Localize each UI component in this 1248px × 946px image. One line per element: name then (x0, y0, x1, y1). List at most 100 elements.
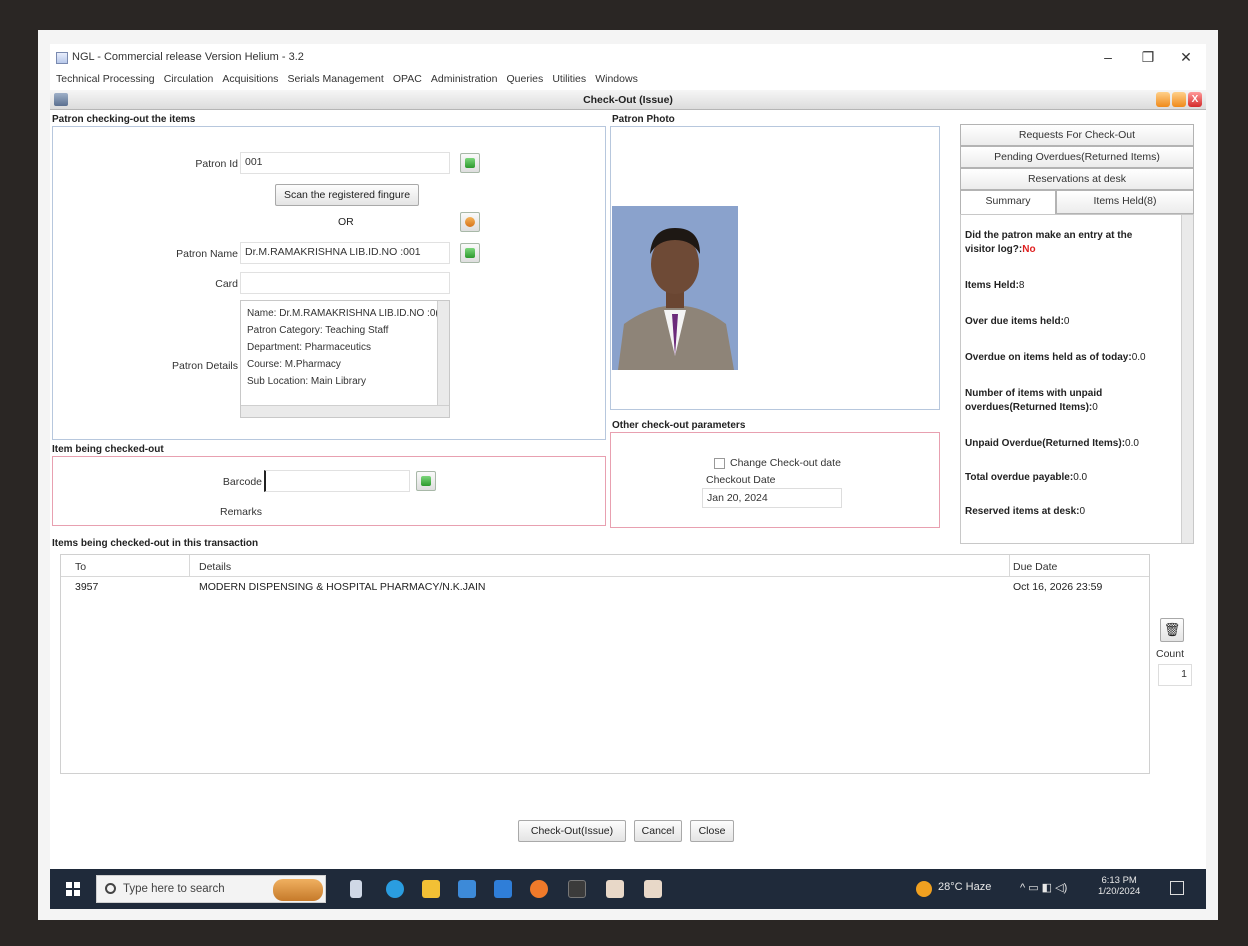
tab-summary[interactable]: Summary (960, 190, 1056, 214)
tray-icons[interactable]: ^ ▭ ◧ ◁) (1020, 881, 1067, 894)
menu-queries[interactable]: Queries (506, 70, 543, 88)
patron-details-list[interactable]: Name: Dr.M.RAMAKRISHNA LIB.ID.NO :0( Pat… (240, 300, 450, 418)
summary-visitor-log: Did the patron make an entry at the visi… (965, 229, 1165, 257)
clock-time: 6:13 PM (1101, 875, 1137, 886)
table-row[interactable]: 3957 MODERN DISPENSING & HOSPITAL PHARMA… (61, 579, 1149, 597)
monitor-frame: NGL - Commercial release Version Helium … (38, 30, 1218, 920)
taskbar-search-input[interactable]: Type here to search (96, 875, 326, 903)
barcode-input[interactable] (264, 470, 410, 492)
barcode-go-button[interactable] (416, 471, 436, 491)
count-value: 1 (1158, 664, 1192, 686)
weather-text[interactable]: 28°C Haze (938, 881, 991, 893)
tab-pending-overdues[interactable]: Pending Overdues(Returned Items) (960, 146, 1194, 168)
remarks-label: Remarks (219, 506, 262, 518)
task-view-icon[interactable] (350, 880, 362, 898)
scan-fingerprint-button[interactable]: Scan the registered fingure (275, 184, 419, 206)
change-date-label: Change Check-out date (730, 457, 841, 469)
patron-id-input[interactable]: 001 (240, 152, 450, 174)
window-title: Check-Out (Issue) (583, 94, 673, 106)
app-title: NGL - Commercial release Version Helium … (72, 51, 304, 63)
patron-name-input[interactable]: Dr.M.RAMAKRISHNA LIB.ID.NO :001 (240, 242, 450, 264)
terminal-icon[interactable] (568, 880, 586, 898)
barcode-label: Barcode (222, 476, 262, 488)
minimize-button[interactable]: – (1090, 46, 1126, 68)
ngl-app-icon[interactable] (606, 880, 624, 898)
patron-id-go-button[interactable] (460, 153, 480, 173)
details-line: Sub Location: Main Library (247, 376, 366, 387)
file-explorer-icon[interactable] (422, 880, 440, 898)
other-params-title: Other check-out parameters (612, 420, 746, 431)
window-maximize-icon[interactable] (1172, 92, 1186, 107)
restore-button[interactable]: ❐ (1130, 46, 1166, 68)
col-due-date[interactable]: Due Date (1013, 561, 1057, 573)
cell-details: MODERN DISPENSING & HOSPITAL PHARMACY/N.… (199, 581, 486, 593)
patron-details-label: Patron Details (172, 360, 238, 372)
checkout-date-label: Checkout Date (706, 474, 776, 486)
overdue-held-value: 0 (1063, 316, 1070, 327)
change-date-checkbox[interactable] (714, 458, 725, 469)
patron-photo-figure-icon (612, 206, 738, 370)
unpaid-count-label: Number of items with unpaid overdues(Ret… (965, 388, 1103, 413)
cell-to: 3957 (75, 581, 99, 593)
notification-icon[interactable] (1170, 881, 1184, 895)
menubar: Technical Processing Circulation Acquisi… (50, 70, 1206, 88)
patron-photo-title: Patron Photo (612, 114, 675, 125)
windows-taskbar: Type here to search 28°C Haze ^ ▭ ◧ ◁) 6… (50, 869, 1206, 909)
tray-clock[interactable]: 6:13 PM 1/20/2024 (1098, 875, 1140, 897)
menu-serials-management[interactable]: Serials Management (287, 70, 383, 88)
col-to[interactable]: To (75, 561, 86, 573)
summary-items-held: Items Held:8 (965, 279, 1165, 293)
checkout-date-input[interactable]: Jan 20, 2024 (702, 488, 842, 508)
search-placeholder: Type here to search (123, 883, 225, 895)
total-payable-value: 0.0 (1073, 472, 1088, 483)
tab-reservations-at-desk[interactable]: Reservations at desk (960, 168, 1194, 190)
overdue-held-label: Over due items held: (965, 316, 1064, 327)
cancel-button[interactable]: Cancel (634, 820, 682, 842)
patron-photo (612, 206, 738, 370)
store-icon[interactable] (458, 880, 476, 898)
patron-search-button[interactable] (460, 212, 480, 232)
col-divider (189, 555, 190, 577)
menu-acquisitions[interactable]: Acquisitions (222, 70, 278, 88)
windows-start-icon[interactable] (66, 882, 80, 896)
app-icon (56, 52, 68, 64)
close-button[interactable]: ✕ (1168, 46, 1204, 68)
firefox-icon[interactable] (530, 880, 548, 898)
visitor-log-value: No (1022, 244, 1036, 255)
summary-reserved: Reserved items at desk:0 (965, 505, 1165, 519)
go-icon (465, 248, 475, 258)
window-close-icon[interactable]: X (1188, 92, 1202, 107)
delete-row-button[interactable]: 🗑 (1160, 618, 1184, 642)
app-titlebar: NGL - Commercial release Version Helium … (50, 44, 1206, 72)
reserved-value: 0 (1079, 506, 1086, 517)
menu-windows[interactable]: Windows (595, 70, 638, 88)
menu-opac[interactable]: OPAC (393, 70, 422, 88)
col-details[interactable]: Details (199, 561, 231, 573)
menu-technical-processing[interactable]: Technical Processing (56, 70, 155, 88)
cell-due-date: Oct 16, 2026 23:59 (1013, 581, 1103, 593)
menu-utilities[interactable]: Utilities (552, 70, 586, 88)
summary-scrollbar[interactable] (1181, 215, 1193, 543)
close-window-button[interactable]: Close (690, 820, 734, 842)
patron-id-label: Patron Id (195, 158, 238, 170)
menu-circulation[interactable]: Circulation (164, 70, 214, 88)
weather-icon[interactable] (916, 881, 932, 897)
window-minimize-icon[interactable] (1156, 92, 1170, 107)
tab-requests-for-checkout[interactable]: Requests For Check-Out (960, 124, 1194, 146)
details-vscrollbar[interactable] (437, 301, 449, 405)
unpaid-overdue-value: 0.0 (1125, 438, 1139, 449)
remarks-input[interactable] (264, 500, 444, 522)
tab-items-held[interactable]: Items Held(8) (1056, 190, 1194, 214)
edge-icon[interactable] (386, 880, 404, 898)
count-label: Count (1156, 648, 1185, 660)
trash-icon: 🗑 (1163, 622, 1181, 637)
ngl-app-icon-2[interactable] (644, 880, 662, 898)
details-hscrollbar[interactable] (241, 405, 449, 417)
screen: NGL - Commercial release Version Helium … (50, 44, 1206, 909)
menu-administration[interactable]: Administration (431, 70, 498, 88)
go-icon (465, 158, 475, 168)
card-input[interactable] (240, 272, 450, 294)
checkout-issue-button[interactable]: Check-Out(Issue) (518, 820, 626, 842)
mail-icon[interactable] (494, 880, 512, 898)
patron-name-go-button[interactable] (460, 243, 480, 263)
